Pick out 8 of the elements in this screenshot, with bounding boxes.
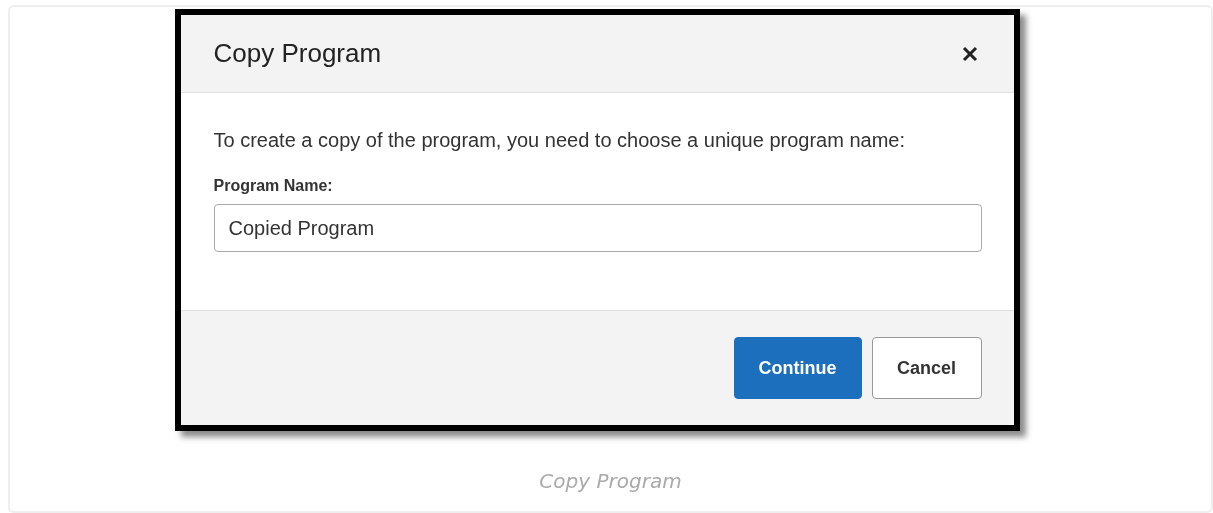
dialog-message: To create a copy of the program, you need to choose a unique program name: <box>213 129 907 152</box>
close-icon <box>961 45 978 62</box>
dialog-title: Copy Program <box>213 38 382 69</box>
program-name-field[interactable]: Copied Program <box>213 204 982 252</box>
cancel-button[interactable]: Cancel <box>871 337 982 399</box>
field-label: Program Name: <box>213 177 334 195</box>
continue-button[interactable]: Continue <box>733 337 862 399</box>
figure-caption: Copy Program <box>539 469 682 493</box>
